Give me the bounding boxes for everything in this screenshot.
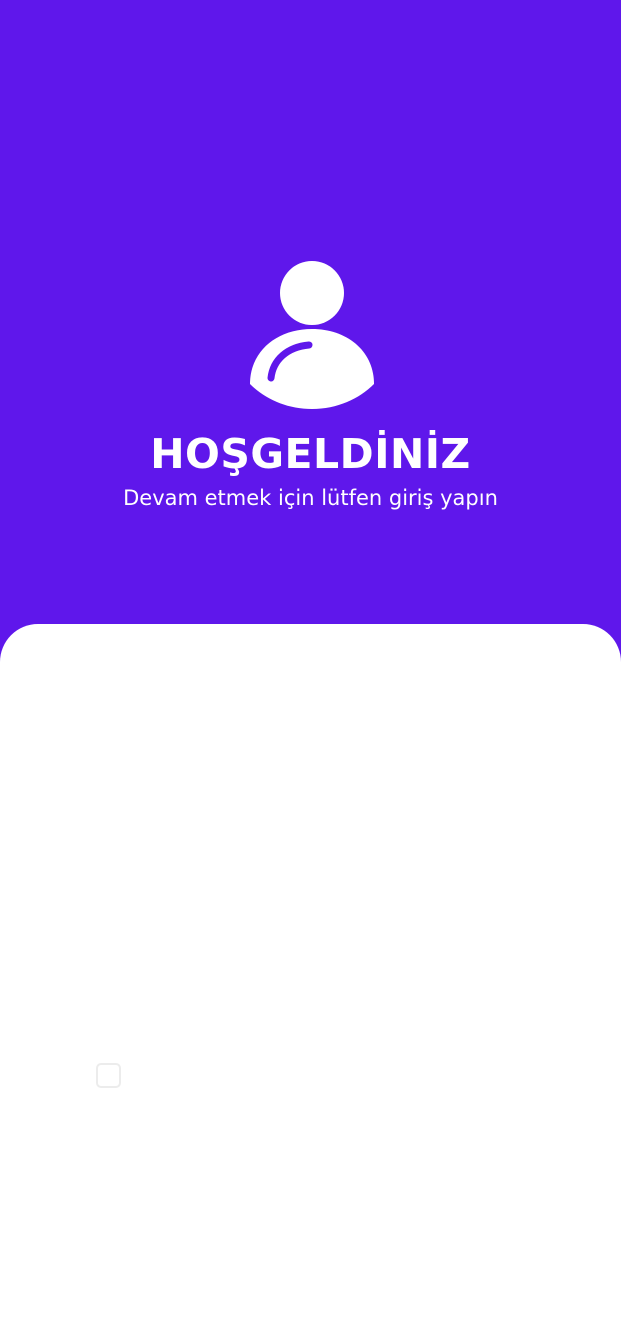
user-avatar-icon [250, 261, 374, 409]
welcome-subtitle: Devam etmek için lütfen giriş yapın [123, 486, 498, 510]
login-screen: HOŞGELDİNİZ Devam etmek için lütfen giri… [0, 0, 621, 1344]
welcome-title: HOŞGELDİNİZ [150, 430, 471, 478]
login-card [0, 624, 621, 1344]
welcome-header: HOŞGELDİNİZ Devam etmek için lütfen giri… [0, 0, 621, 700]
remember-me-checkbox[interactable] [96, 1063, 121, 1088]
